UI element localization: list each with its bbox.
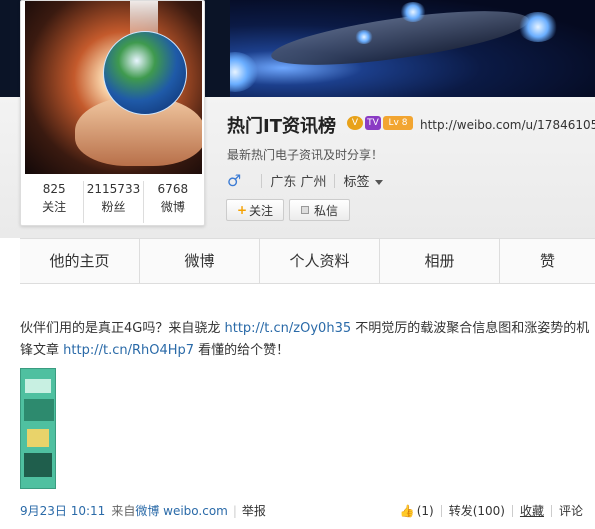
- location-text[interactable]: 广东 广州: [270, 171, 326, 190]
- post-link[interactable]: http://t.cn/RhO4Hp7: [63, 343, 194, 358]
- message-icon: [300, 206, 309, 214]
- post-footer: 9月23日 10:11 来自 微博 weibo.com | 举报 👍 (1) 转发…: [20, 502, 590, 519]
- profile-name: 热门IT资讯榜: [227, 116, 336, 137]
- message-button-label: 私信: [313, 203, 338, 218]
- message-button[interactable]: 私信: [289, 199, 350, 221]
- stat-fans[interactable]: 2115733 粉丝: [84, 181, 144, 223]
- tab-home[interactable]: 他的主页: [20, 239, 140, 283]
- avatar-card: 825 关注 2115733 粉丝 6768 微博: [20, 0, 205, 226]
- plus-icon: +: [236, 203, 248, 217]
- verified-badge-icon[interactable]: V: [347, 116, 363, 130]
- tab-album[interactable]: 相册: [380, 239, 500, 283]
- repost-button[interactable]: 转发(100): [442, 502, 512, 519]
- post-time-link[interactable]: 9月23日 10:11: [20, 502, 105, 519]
- profile-tabs: 他的主页 微博 个人资料 相册 赞: [20, 238, 595, 284]
- post-link[interactable]: http://t.cn/zOy0h35: [224, 321, 351, 336]
- post-actions: 👍 (1) 转发(100) 收藏 评论: [393, 502, 590, 519]
- badge-group: V TV Lv 8: [347, 116, 413, 130]
- thumbnail-block: [24, 399, 54, 421]
- thumbnail-block: [27, 429, 49, 447]
- profile-url: http://weibo.com/u/1784610502: [420, 118, 595, 132]
- cover-glow: [518, 12, 558, 42]
- feed-area: 伙伴们用的是真正4G吗？来自骁龙 http://t.cn/zOy0h35 不明觉…: [0, 284, 595, 529]
- stat-label: 粉丝: [101, 200, 126, 214]
- tags-dropdown[interactable]: 标签: [343, 171, 383, 190]
- follow-button[interactable]: + 关注: [226, 199, 284, 221]
- favorite-button[interactable]: 收藏: [513, 502, 551, 519]
- stat-label: 微博: [160, 200, 185, 214]
- thumbnail-block: [24, 453, 52, 477]
- divider: [261, 173, 263, 188]
- follow-button-label: 关注: [249, 203, 274, 218]
- like-button[interactable]: 👍 (1): [393, 504, 441, 518]
- stat-value: 825: [42, 182, 66, 196]
- cover-glow: [355, 30, 373, 44]
- tags-label: 标签: [343, 175, 370, 190]
- caret-down-icon: [374, 180, 383, 185]
- report-link[interactable]: 举报: [242, 502, 266, 519]
- profile-url-link[interactable]: http://weibo.com/u/1784610502: [420, 118, 595, 132]
- post-text-part: 伙伴们用的是真正4G吗？来自骁龙: [20, 321, 225, 336]
- post-source-link[interactable]: 微博 weibo.com: [135, 502, 228, 519]
- tab-profile-info[interactable]: 个人资料: [260, 239, 380, 283]
- tab-likes[interactable]: 赞: [500, 239, 595, 283]
- tv-badge-icon[interactable]: TV: [365, 116, 381, 130]
- like-count: (1): [416, 503, 434, 518]
- divider: [334, 173, 336, 188]
- post-text-part: 看懂的给个赞！: [194, 343, 290, 358]
- tab-weibo[interactable]: 微博: [140, 239, 260, 283]
- male-gender-icon: ♂: [227, 171, 242, 190]
- thumbs-up-icon: 👍: [399, 503, 415, 518]
- stat-value: 2115733: [86, 182, 141, 196]
- avatar-globe-icon: [103, 31, 187, 115]
- stat-label: 关注: [42, 200, 67, 214]
- cover-glow: [400, 2, 426, 22]
- thumbnail-block: [25, 379, 51, 393]
- stats-bar: 825 关注 2115733 粉丝 6768 微博: [25, 181, 202, 223]
- footer-divider: |: [232, 503, 237, 518]
- post-text: 伙伴们用的是真正4G吗？来自骁龙 http://t.cn/zOy0h35 不明觉…: [20, 318, 590, 362]
- source-prefix: 来自: [111, 504, 136, 518]
- stat-posts[interactable]: 6768 微博: [144, 181, 202, 223]
- profile-meta: ♂ 广东 广州 标签: [227, 171, 383, 190]
- comment-button[interactable]: 评论: [552, 502, 590, 519]
- post-image-thumbnail[interactable]: [20, 368, 56, 489]
- stat-following[interactable]: 825 关注: [25, 181, 85, 223]
- stat-value: 6768: [157, 182, 189, 196]
- profile-intro: 最新热门电子资讯及时分享！: [227, 148, 384, 162]
- avatar[interactable]: [25, 1, 202, 174]
- level-badge[interactable]: Lv 8: [383, 116, 413, 130]
